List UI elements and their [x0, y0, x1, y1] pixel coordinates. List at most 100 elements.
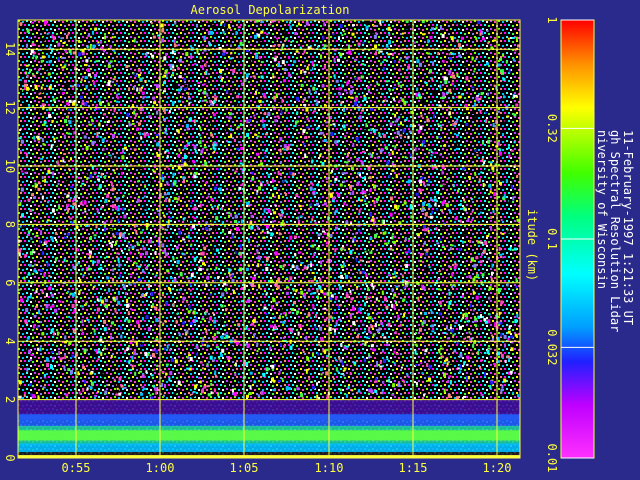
noise-speck [460, 93, 464, 96]
noise-speck [343, 367, 347, 370]
noise-speck [307, 313, 311, 317]
noise-speck [144, 352, 148, 356]
noise-speck [186, 144, 189, 148]
noise-speck [180, 85, 183, 89]
noise-speck [329, 315, 332, 319]
x-tick-label: 1:00 [146, 461, 175, 475]
noise-speck [426, 183, 429, 186]
noise-speck [343, 202, 346, 206]
noise-speck [289, 327, 293, 332]
noise-speck [463, 198, 465, 202]
noise-speck [287, 186, 290, 191]
noise-speck [222, 52, 226, 56]
noise-speck [118, 392, 122, 396]
noise-speck [362, 41, 365, 44]
noise-speck [372, 24, 376, 27]
noise-speck [156, 84, 159, 89]
noise-speck [25, 308, 29, 313]
noise-speck [282, 308, 285, 311]
noise-speck [387, 274, 391, 277]
noise-speck [209, 355, 213, 360]
noise-speck [423, 242, 427, 245]
noise-speck [349, 372, 352, 375]
noise-speck [94, 74, 97, 77]
noise-speck [377, 355, 381, 360]
noise-speck [273, 379, 276, 383]
noise-speck [299, 215, 303, 218]
noise-speck [105, 205, 109, 208]
noise-speck [198, 376, 202, 379]
noise-speck [92, 81, 95, 85]
noise-speck [215, 248, 219, 252]
noise-speck [39, 347, 42, 352]
noise-speck [172, 257, 175, 261]
noise-speck [459, 203, 462, 207]
noise-speck [94, 394, 98, 397]
noise-speck [403, 380, 406, 384]
noise-speck [450, 55, 454, 57]
noise-speck [117, 88, 119, 92]
noise-speck [356, 181, 360, 186]
noise-speck [382, 67, 385, 71]
noise-speck [214, 370, 217, 374]
noise-speck [458, 95, 462, 99]
noise-speck [452, 123, 455, 127]
noise-speck [84, 76, 88, 80]
noise-speck [372, 348, 376, 352]
noise-speck [315, 328, 318, 331]
noise-speck [489, 190, 492, 194]
noise-speck [40, 109, 43, 113]
noise-speck [19, 22, 23, 26]
noise-speck [511, 341, 514, 344]
noise-speck [293, 125, 297, 127]
noise-speck [137, 265, 141, 268]
noise-speck [95, 202, 99, 205]
noise-speck [83, 348, 87, 353]
noise-speck [251, 177, 255, 181]
noise-speck [432, 382, 436, 385]
noise-speck [480, 359, 484, 362]
noise-speck [430, 154, 433, 157]
noise-speck [425, 252, 428, 256]
noise-speck [230, 60, 233, 65]
noise-speck [399, 323, 402, 327]
noise-speck [49, 306, 52, 309]
noise-speck [136, 320, 140, 325]
noise-speck [238, 141, 241, 143]
noise-speck [436, 268, 439, 272]
noise-speck [199, 203, 202, 208]
noise-speck [385, 305, 389, 309]
noise-speck [172, 172, 176, 176]
noise-speck [48, 286, 52, 291]
noise-speck [516, 313, 519, 318]
noise-speck [464, 208, 467, 212]
noise-speck [120, 384, 124, 388]
noise-speck [100, 299, 104, 304]
noise-speck [167, 286, 170, 290]
noise-speck [118, 376, 122, 381]
noise-speck [257, 394, 260, 398]
noise-speck [439, 153, 442, 156]
noise-speck [25, 64, 29, 67]
noise-speck [182, 321, 186, 325]
noise-speck [368, 176, 372, 180]
noise-speck [168, 210, 171, 213]
noise-speck [279, 343, 282, 347]
noise-speck [186, 367, 190, 370]
noise-speck [154, 293, 157, 297]
noise-speck [282, 180, 285, 183]
noise-speck [387, 372, 389, 377]
noise-speck [493, 363, 496, 365]
noise-speck [186, 157, 190, 162]
noise-speck [120, 334, 123, 339]
noise-speck [484, 241, 488, 246]
noise-speck [187, 356, 190, 360]
noise-speck [428, 364, 432, 369]
noise-speck [475, 37, 478, 41]
noise-speck [289, 276, 293, 281]
noise-speck [368, 326, 371, 331]
noise-speck [500, 145, 503, 149]
noise-speck [350, 167, 354, 171]
noise-speck [179, 318, 182, 321]
noise-speck [388, 34, 391, 36]
